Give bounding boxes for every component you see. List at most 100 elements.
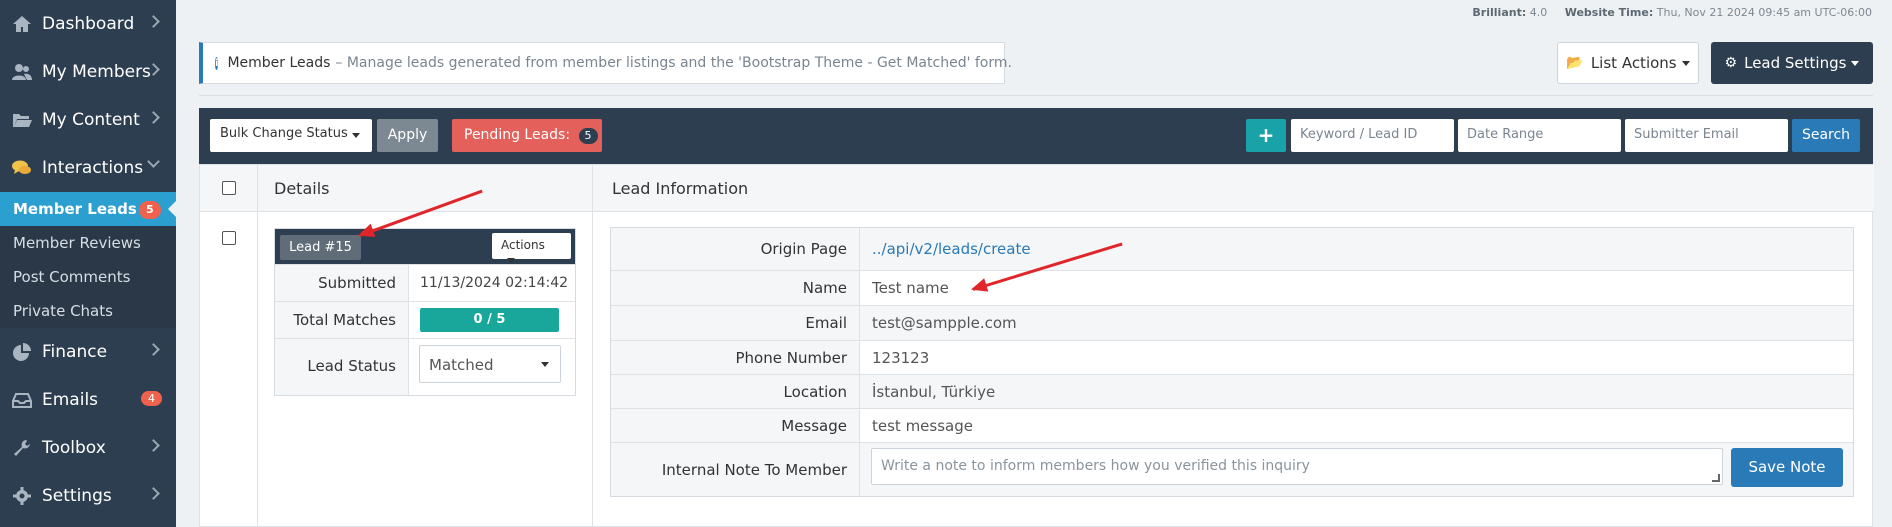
sidebar-item-post-comments[interactable]: Post Comments — [0, 260, 176, 294]
chevron-right-icon — [147, 15, 160, 28]
sidebar-item-label: Settings — [42, 486, 112, 506]
internal-note-label: Internal Note To Member — [611, 443, 860, 496]
total-matches-row: Total Matches 0 / 5 — [275, 301, 575, 338]
list-actions-button[interactable]: 📂 List Actions — [1557, 42, 1699, 84]
note-placeholder: Write a note to inform members how you v… — [881, 458, 1310, 474]
count-badge: 4 — [141, 391, 162, 406]
message-label: Message — [611, 409, 860, 442]
internal-note-textarea[interactable]: Write a note to inform members how you v… — [871, 448, 1723, 485]
sidebar-item-member-reviews[interactable]: Member Reviews — [0, 226, 176, 260]
lead-id-tag: Lead #15 — [280, 235, 361, 260]
chevron-right-icon — [147, 439, 160, 452]
page-description: – Manage leads generated from member lis… — [335, 55, 1012, 71]
save-note-button[interactable]: Save Note — [1731, 448, 1843, 487]
caret-down-icon — [352, 133, 360, 138]
sidebar-item-label: Post Comments — [13, 268, 131, 286]
resize-grip-icon — [1712, 474, 1720, 482]
info-icon: i — [215, 56, 219, 70]
caret-down-icon — [541, 362, 549, 367]
site-status: Brilliant: 4.0 Website Time: Thu, Nov 21… — [1472, 6, 1872, 19]
home-icon — [13, 16, 31, 32]
chevron-down-icon — [147, 155, 160, 168]
lead-card: Lead #15 Actions Submitted 11/13/2024 02… — [274, 228, 576, 396]
lead-settings-button[interactable]: ⚙ Lead Settings — [1711, 42, 1873, 84]
gear-icon — [13, 487, 31, 505]
lead-card-header: Lead #15 Actions — [275, 229, 575, 264]
sidebar-item-my-members[interactable]: My Members — [0, 48, 176, 96]
sidebar-item-label: My Content — [42, 110, 140, 130]
sidebar: Dashboard My Members My Content Interact… — [0, 0, 176, 527]
website-time-value: Thu, Nov 21 2024 09:45 am UTC-06:00 — [1656, 6, 1872, 19]
page-title: Member Leads — [227, 55, 331, 71]
sidebar-item-my-content[interactable]: My Content — [0, 96, 176, 144]
lead-information-header: Lead Information — [612, 179, 749, 198]
phone-value: 123123 — [872, 349, 930, 367]
pending-count-badge: 5 — [578, 128, 598, 144]
count-badge: 5 — [139, 201, 161, 219]
caret-down-icon — [507, 258, 515, 263]
sidebar-item-toolbox[interactable]: Toolbox — [0, 424, 176, 472]
divider — [199, 95, 1873, 96]
lead-status-row: Lead Status Matched — [275, 338, 575, 395]
origin-page-label: Origin Page — [611, 228, 860, 270]
sidebar-item-label: Private Chats — [13, 302, 113, 320]
name-label: Name — [611, 271, 860, 305]
search-button[interactable]: Search — [1792, 119, 1860, 152]
origin-page-link[interactable]: ../api/v2/leads/create — [872, 240, 1031, 258]
lead-actions-dropdown[interactable]: Actions — [492, 233, 571, 263]
sidebar-item-settings[interactable]: Settings — [0, 472, 176, 520]
keyword-search-input[interactable]: Keyword / Lead ID — [1291, 119, 1454, 152]
page-info-alert: i Member Leads – Manage leads generated … — [199, 42, 1012, 84]
leads-toolbar: Bulk Change Status Apply Pending Leads: … — [199, 108, 1873, 164]
sidebar-item-private-chats[interactable]: Private Chats — [0, 294, 176, 328]
add-lead-button[interactable]: + — [1246, 119, 1286, 152]
bulk-change-status-select[interactable]: Bulk Change Status — [210, 119, 372, 152]
total-matches-bar: 0 / 5 — [420, 308, 559, 332]
folder-icon — [13, 114, 32, 127]
pie-chart-icon — [13, 343, 31, 361]
sidebar-item-label: Member Leads — [13, 200, 137, 218]
phone-label: Phone Number — [611, 341, 860, 374]
submitted-row: Submitted 11/13/2024 02:14:42 — [275, 264, 575, 301]
submitter-email-input[interactable]: Submitter Email — [1625, 119, 1788, 152]
lead-status-value: Matched — [429, 356, 494, 374]
sidebar-item-dashboard[interactable]: Dashboard — [0, 0, 176, 48]
sidebar-item-emails[interactable]: Emails 4 — [0, 376, 176, 424]
bulk-select-value: Bulk Change Status — [220, 126, 348, 141]
lead-status-cell: Matched — [409, 339, 575, 395]
lead-status-select[interactable]: Matched — [419, 345, 561, 383]
sidebar-item-finance[interactable]: Finance — [0, 328, 176, 376]
sidebar-item-interactions[interactable]: Interactions — [0, 144, 176, 192]
checkbox-column — [200, 165, 258, 527]
submitted-value: 11/13/2024 02:14:42 — [420, 275, 569, 291]
caret-down-icon — [1851, 60, 1860, 66]
date-range-input[interactable]: Date Range — [1458, 119, 1621, 152]
chevron-right-icon — [147, 487, 160, 500]
email-label: Email — [611, 306, 860, 340]
email-row: Email test@sampple.com — [611, 305, 1853, 340]
location-row: Location İstanbul, Türkiye — [611, 374, 1853, 408]
message-value: test message — [872, 417, 973, 435]
origin-page-row: Origin Page ../api/v2/leads/create — [611, 228, 1853, 270]
caret-down-icon — [1681, 60, 1690, 66]
sidebar-item-label: Finance — [42, 342, 108, 362]
interactions-submenu: Member Leads 5 Member Reviews Post Comme… — [0, 192, 176, 328]
lead-settings-label: Lead Settings — [1744, 54, 1847, 72]
sidebar-item-label: Member Reviews — [13, 234, 141, 252]
email-value: test@sampple.com — [860, 306, 1853, 340]
pending-leads-button[interactable]: Pending Leads: 5 — [452, 119, 602, 152]
chevron-right-icon — [147, 111, 160, 124]
brilliant-label: Brilliant: — [1472, 6, 1527, 19]
users-icon — [12, 64, 32, 80]
sidebar-item-label: Toolbox — [42, 438, 106, 458]
list-actions-label: List Actions — [1590, 54, 1677, 72]
internal-note-row: Internal Note To Member Write a note to … — [611, 442, 1853, 496]
sidebar-item-label: Dashboard — [42, 14, 135, 34]
gears-icon: ⚙ — [1724, 55, 1738, 71]
select-all-checkbox[interactable] — [222, 181, 236, 195]
pending-leads-label: Pending Leads: — [464, 127, 571, 143]
apply-button[interactable]: Apply — [377, 119, 438, 152]
sidebar-item-member-leads[interactable]: Member Leads 5 — [0, 192, 176, 226]
row-select-checkbox[interactable] — [222, 231, 236, 245]
message-row: Message test message — [611, 408, 1853, 442]
